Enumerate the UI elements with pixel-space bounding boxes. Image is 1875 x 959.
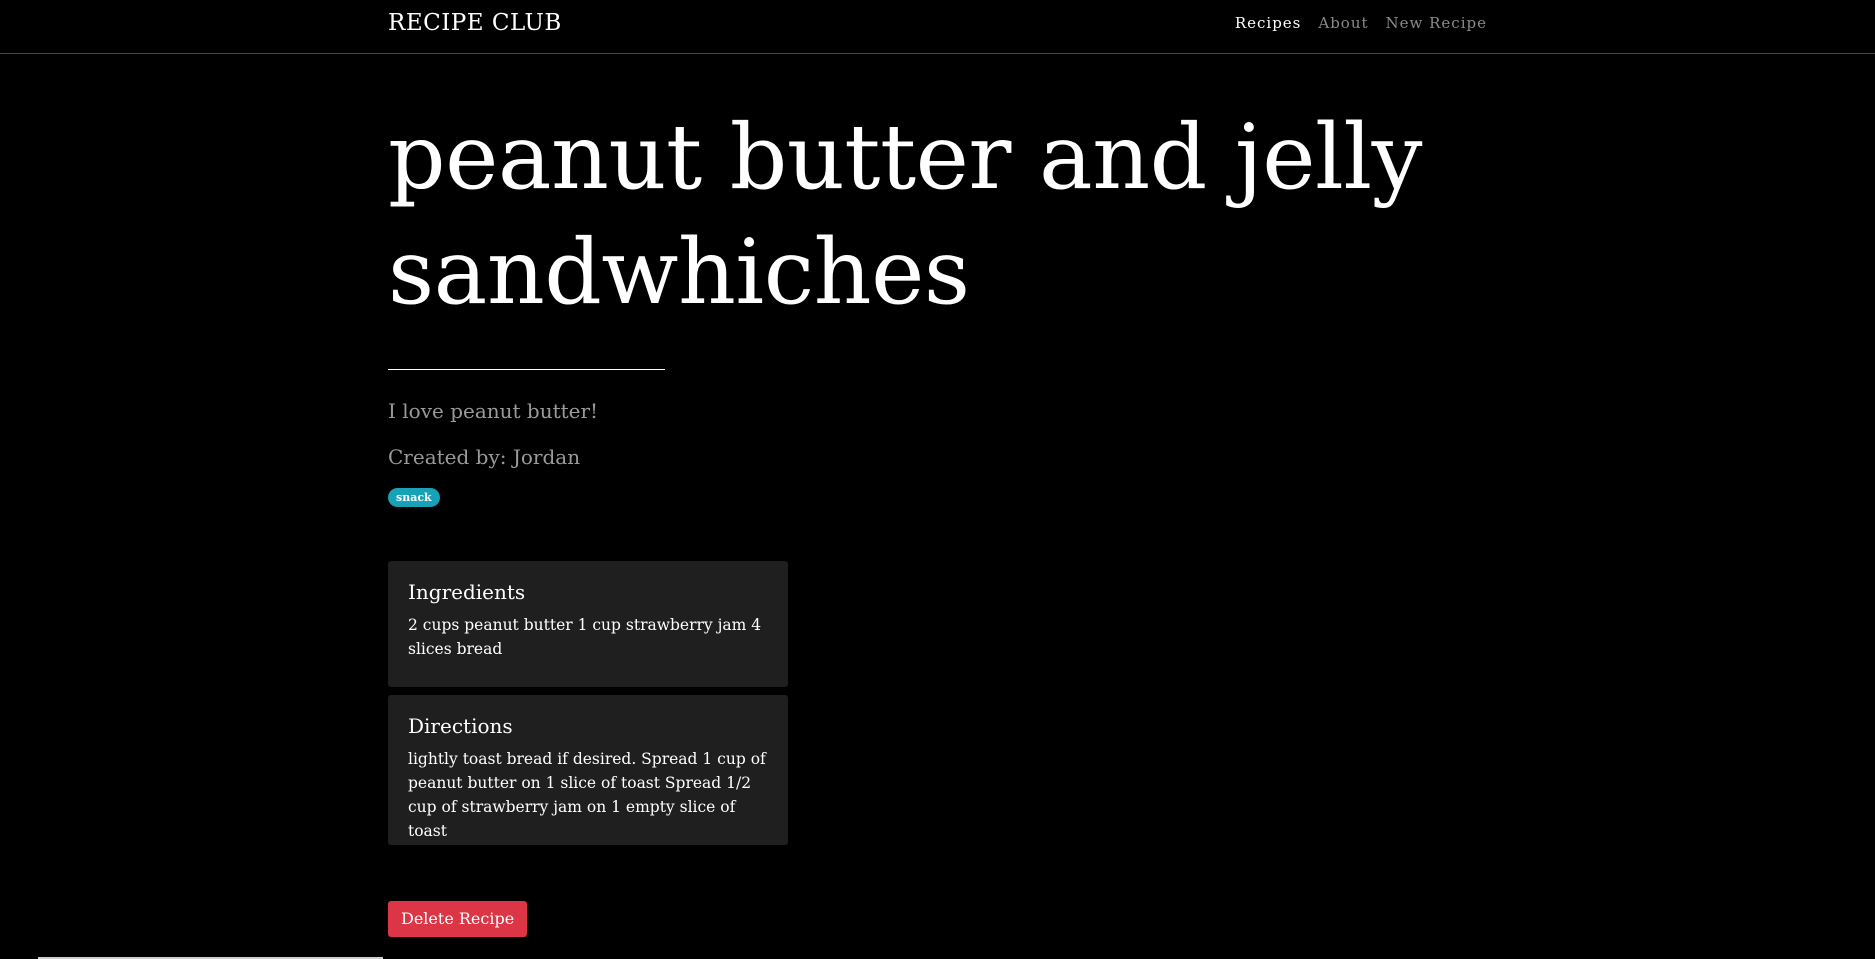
- recipe-detail: peanut butter and jelly sandwhiches I lo…: [388, 54, 1488, 937]
- directions-heading: Directions: [408, 714, 513, 738]
- brand-logo[interactable]: RECIPE CLUB: [388, 10, 562, 36]
- ingredients-text: 2 cups peanut butter 1 cup strawberry ja…: [408, 616, 762, 658]
- recipe-author: Created by: Jordan: [388, 445, 581, 469]
- nav-link-recipes[interactable]: Recipes: [1235, 14, 1302, 32]
- nav-links: Recipes About New Recipe: [1235, 14, 1487, 32]
- recipe-description: I love peanut butter!: [388, 399, 599, 423]
- delete-recipe-button[interactable]: Delete Recipe: [388, 901, 528, 937]
- recipe-title: peanut butter and jelly sandwhiches: [388, 105, 1422, 325]
- title-divider: [388, 369, 665, 370]
- directions-card: Directions lightly toast bread if desire…: [388, 695, 788, 845]
- tag-badge[interactable]: snack: [388, 488, 440, 507]
- top-navbar: RECIPE CLUB Recipes About New Recipe: [0, 0, 1875, 54]
- directions-text: lightly toast bread if desired. Spread 1…: [408, 750, 766, 840]
- ingredients-card: Ingredients 2 cups peanut butter 1 cup s…: [388, 561, 788, 687]
- nav-link-about[interactable]: About: [1318, 14, 1368, 32]
- ingredients-heading: Ingredients: [408, 580, 526, 604]
- nav-link-new-recipe[interactable]: New Recipe: [1386, 14, 1487, 32]
